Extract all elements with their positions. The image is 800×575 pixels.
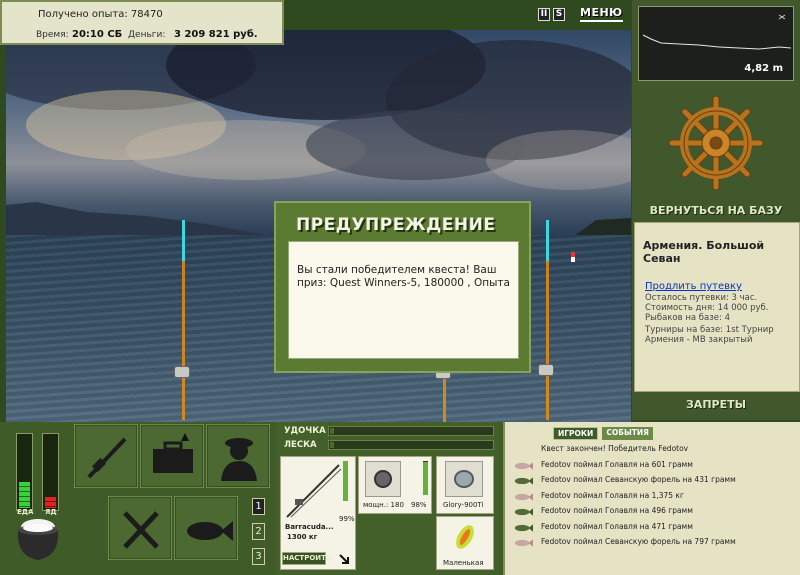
food-meter: [16, 433, 33, 511]
tackle-box-tile[interactable]: [140, 424, 204, 488]
event-text: Fedotov поймал Голавля на 1,375 кг: [541, 490, 684, 500]
lure-icon: [456, 525, 474, 549]
float-bobber: [571, 252, 575, 262]
food-pot-icon[interactable]: [12, 512, 64, 564]
event-text: Fedotov поймал Севанскую форель на 431 г…: [541, 475, 736, 484]
dialog-title: ПРЕДУПРЕЖДЕНИЕ: [296, 215, 496, 235]
catch-tile[interactable]: [174, 496, 238, 560]
bans-button[interactable]: ЗАПРЕТЫ: [632, 398, 800, 411]
event-text: Fedotov поймал Голавля на 471 грамм: [541, 521, 693, 531]
event-row: Fedotov поймал Голавля на 471 грамм: [509, 520, 799, 536]
event-row: Fedotov поймал Голавля на 496 грамм: [509, 504, 799, 520]
reel-icon: [365, 461, 401, 497]
trout-fish-icon: [514, 523, 533, 532]
lure-card[interactable]: Маленькая: [436, 516, 494, 570]
reel-condition: 98%: [411, 501, 427, 509]
event-row: Квест закончен! Победитель Fedotov: [509, 442, 799, 458]
arrow-icon: [339, 554, 349, 564]
chub-fish-icon: [514, 461, 533, 470]
time-label: Время:: [36, 30, 69, 40]
event-text: Fedotov поймал Голавля на 496 грамм: [541, 506, 693, 515]
rod-icon: [286, 464, 342, 518]
rod-name: Barracuda...: [285, 523, 334, 531]
ship-wheel-icon[interactable]: [668, 95, 764, 191]
location-title: Армения. Большой Севан: [643, 239, 765, 265]
fishing-rod-3[interactable]: [546, 220, 549, 420]
event-list: Квест закончен! Победитель Fedotov Fedoto…: [509, 442, 799, 551]
fish-icon: [187, 521, 233, 541]
setup-button[interactable]: НАСТРОИТЬ: [282, 552, 331, 565]
experience-text: Получено опыта: 78470: [38, 9, 163, 20]
depth-chart: 4,82 m: [638, 6, 794, 81]
event-text: Fedotov поймал Севанскую форель на 797 г…: [541, 537, 736, 546]
menu-button[interactable]: МЕНЮ: [580, 6, 623, 22]
events-panel: ИГРОКИ СОБЫТИЯ Квест закончен! Победител…: [503, 422, 800, 575]
sound-button[interactable]: S: [553, 8, 565, 21]
poison-meter: [42, 433, 59, 511]
tackle-panel: УДОЧКА ЛЕСКА Barracuda... 1300 кг 99% НА…: [276, 422, 499, 575]
line-card[interactable]: Glory-900Ti: [436, 456, 494, 514]
info-line: Рыбаков на базе: 4: [645, 313, 730, 323]
fork-knife-icon: [123, 511, 159, 549]
reel-card[interactable]: мощн.: 180 98%: [358, 456, 432, 514]
food-tile[interactable]: [108, 496, 172, 560]
line-name: Glory-900Ti: [443, 501, 484, 509]
money-label: Деньги:: [128, 30, 166, 40]
dialog-body: Вы стали победителем квеста! Ваш приз: Q…: [288, 241, 519, 359]
return-to-base-button[interactable]: ВЕРНУТЬСЯ НА БАЗУ: [632, 204, 800, 217]
reel-1: [174, 366, 190, 378]
player-info-panel: Получено опыта: 78470 Время: 20:10 СБ Де…: [0, 0, 284, 45]
info-line: Армения - МВ закрытый: [645, 335, 753, 345]
info-line: Стоимость дня: 14 000 руб.: [645, 303, 769, 313]
fisherman-icon: [221, 438, 257, 481]
trout-fish-icon: [514, 477, 533, 485]
info-line: Осталось путевки: 3 час.: [645, 293, 758, 303]
tab-players[interactable]: ИГРОКИ: [553, 427, 599, 440]
page-button-3[interactable]: 3: [252, 548, 265, 565]
pause-button[interactable]: II: [538, 8, 550, 21]
trout-fish-icon: [514, 508, 533, 516]
event-row: Fedotov поймал Голавля на 1,375 кг: [509, 489, 799, 505]
page-button-1[interactable]: 1: [252, 498, 265, 515]
location-info-panel: Армения. Большой Севан Продлить путевку …: [634, 222, 800, 392]
chub-fish-icon: [514, 492, 533, 501]
rod-weight: 1300 кг: [287, 533, 318, 541]
chub-fish-icon: [514, 539, 533, 547]
info-line: Турниры на базе: 1st Турнир: [645, 325, 774, 335]
rod-tension-label: УДОЧКА: [284, 426, 326, 436]
fisherman-tile[interactable]: [206, 424, 270, 488]
warning-dialog: ПРЕДУПРЕЖДЕНИЕ Вы стали победителем квес…: [274, 201, 531, 373]
event-row: Fedotov поймал Голавля на 601 грамм: [509, 458, 799, 474]
fishing-rod-1[interactable]: [182, 220, 185, 420]
line-spool-icon: [445, 461, 483, 497]
tab-events[interactable]: СОБЫТИЯ: [602, 427, 653, 440]
depth-value: 4,82 m: [744, 63, 783, 74]
lure-name: Маленькая: [443, 559, 484, 567]
dialog-message: Вы стали победителем квеста! Ваш приз: Q…: [297, 264, 510, 289]
rod-tension-bar: [328, 426, 494, 436]
bottom-panel: ЕДА ЯД 1 2 3 УДОЧКА ЛЕСКА Barracuda... 1…: [0, 422, 800, 575]
right-panel: 4,82 m ВЕРНУТЬСЯ НА БАЗУ Армения. Большо…: [632, 0, 800, 420]
money-value: 3 209 821 руб.: [174, 29, 258, 40]
event-row: Fedotov поймал Севанскую форель на 431 г…: [509, 473, 799, 489]
extend-permit-link[interactable]: Продлить путевку: [645, 281, 742, 292]
reel-3: [538, 364, 554, 376]
status-meters: ЕДА ЯД: [12, 430, 70, 520]
page-button-2[interactable]: 2: [252, 523, 265, 540]
tackle-box-icon: [153, 433, 193, 473]
event-text: Fedotov поймал Голавля на 601 грамм: [541, 459, 693, 469]
time-value: 20:10 СБ: [72, 29, 123, 40]
event-text: Квест закончен! Победитель Fedotov: [541, 444, 689, 453]
line-tension-label: ЛЕСКА: [284, 440, 317, 450]
reel-info: мощн.: 180: [363, 501, 404, 509]
rod-reel-icon: [87, 437, 127, 479]
line-tension-bar: [328, 440, 494, 450]
tackle-tile[interactable]: [74, 424, 138, 488]
event-row: Fedotov поймал Севанскую форель на 797 г…: [509, 535, 799, 551]
rod-condition: 99%: [339, 515, 355, 523]
